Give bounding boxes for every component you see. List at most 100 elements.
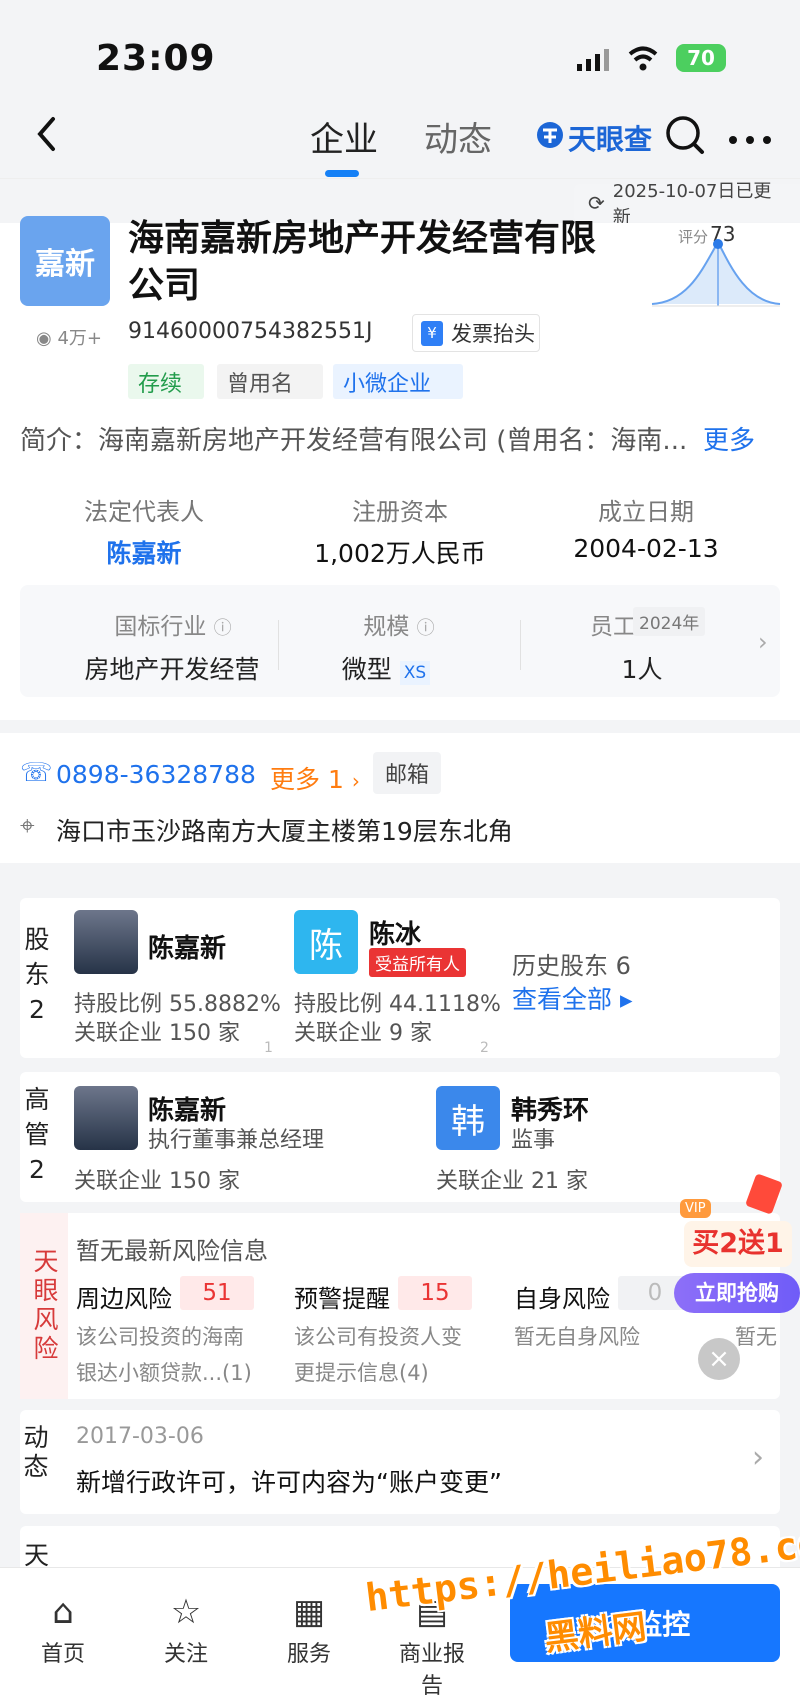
company-address[interactable]: 海口市玉沙路南方大厦主楼第19层东北角 (56, 812, 513, 848)
shareholders-label: 股东 2 (24, 925, 50, 1024)
company-intro[interactable]: 简介：海南嘉新房地产开发经营有限公司 (曾用名：海南... (20, 420, 760, 457)
self-risk-desc: 暂无自身风险 (514, 1325, 640, 1349)
scale-badge: XS (399, 661, 431, 685)
yuan-icon: ¥ (421, 320, 443, 346)
founded-value: 2004-02-13 (573, 534, 719, 563)
surrounding-risk-title[interactable]: 周边风险 (76, 1279, 172, 1314)
shareholder-1-ratio: 持股比例 55.8882% (74, 992, 281, 1017)
tianyancha-logo-icon (535, 120, 565, 150)
battery-icon: 70 (676, 44, 726, 72)
history-shareholders: 历史股东 6 (512, 952, 631, 980)
back-icon[interactable] (34, 116, 60, 152)
shareholder-1-name[interactable]: 陈嘉新 (148, 928, 226, 965)
tab-dynamic[interactable]: 动态 (424, 112, 492, 161)
invoice-label: 发票抬头 (451, 322, 535, 346)
shareholder-2-ratio: 持股比例 44.1118% (294, 992, 501, 1017)
invoice-button[interactable]: ¥ 发票抬头 (412, 314, 540, 352)
executive-1-title: 执行董事兼总经理 (148, 1128, 325, 1153)
active-tab-indicator (325, 170, 359, 177)
chevron-right-icon[interactable]: › (758, 628, 768, 656)
more-phone-link[interactable]: 更多 1 › (270, 760, 360, 796)
avatar-han-xiuhuan: 韩 (436, 1086, 500, 1150)
vip-badge: VIP (680, 1199, 711, 1218)
scale-value: 微型 XS (286, 650, 486, 686)
close-icon[interactable]: × (698, 1338, 740, 1380)
risk-title: 暂无最新风险信息 (76, 1237, 268, 1265)
nav-services[interactable]: ▦ 服务 (268, 1592, 350, 1668)
shareholder-2-related: 关联企业 9 家 (294, 1021, 432, 1046)
location-icon: ⌖ (20, 811, 35, 841)
status-tag[interactable]: 存续 (128, 364, 204, 399)
dynamic-date: 2017-03-06 (76, 1424, 204, 1449)
mail-button[interactable]: 邮箱 (373, 752, 441, 794)
more-risk-desc: 暂无 (735, 1325, 777, 1349)
search-icon[interactable] (664, 114, 706, 156)
dynamic-text: 新增行政许可，许可内容为“账户变更” (76, 1468, 502, 1497)
executive-2-related: 关联企业 21 家 (436, 1169, 588, 1194)
phone-icon: ☏ (20, 758, 53, 788)
refresh-icon: ⟳ (588, 191, 605, 215)
signal-icon (576, 48, 612, 72)
former-name-tag[interactable]: 曾用名 (217, 364, 323, 399)
intro-label: 简介： (20, 426, 99, 456)
help-icon[interactable]: ⓘ (214, 618, 232, 639)
triangle-right-icon: ▸ (619, 985, 633, 1014)
view-count: ◉ 4万+ (36, 324, 102, 350)
dynamic-label: 动态 (20, 1424, 49, 1482)
avatar-chen-bing: 陈 (294, 910, 358, 974)
shareholder-1-index: 1 (264, 1040, 273, 1056)
views-value: 4万+ (57, 328, 102, 349)
help-icon[interactable]: ⓘ (417, 618, 435, 639)
executives-count: 2 (29, 1155, 45, 1184)
surrounding-risk-count: 51 (180, 1276, 254, 1310)
small-business-tag[interactable]: 小微企业 (333, 364, 463, 399)
legal-rep-value[interactable]: 陈嘉新 (34, 534, 254, 570)
staff-value: 1人 (621, 655, 663, 684)
executive-2-title: 监事 (511, 1128, 556, 1153)
star-icon: ☆ (170, 1592, 202, 1632)
eye-icon: ◉ (36, 328, 58, 349)
more-menu-icon[interactable] (728, 130, 772, 144)
surrounding-risk-desc: 该公司投资的海南 银达小额贷款...(1) (76, 1325, 252, 1385)
buy-two-get-one: 买2送1 (684, 1221, 792, 1267)
warning-title[interactable]: 预警提醒 (294, 1279, 390, 1314)
industry-label: 国标行业 ⓘ (114, 614, 232, 640)
staff-year: 2024年 (633, 607, 706, 636)
risk-side-label: 天眼风险 (20, 1213, 68, 1399)
company-name: 海南嘉新房地产开发经营有限公司 (128, 218, 597, 306)
nav-home[interactable]: ⌂ 首页 (22, 1592, 104, 1668)
shareholder-2-index: 2 (480, 1040, 489, 1056)
avatar-chen-jiaxin (74, 1086, 138, 1150)
score-chart[interactable]: 评分 73 (650, 222, 782, 316)
avatar-chen-jiaxin (74, 910, 138, 974)
status-time: 23:09 (96, 38, 216, 79)
industry-value: 房地产开发经营 (84, 655, 260, 684)
vip-promo-popup[interactable]: VIP 买2送1 立即抢购 (662, 1173, 800, 1315)
chevron-right-icon: › (351, 769, 360, 793)
scale-label: 规模 ⓘ (363, 614, 435, 640)
red-packet-icon (745, 1173, 783, 1215)
phone-number[interactable]: 0898-36328788 (56, 760, 256, 789)
intro-more-link[interactable]: 更多 (703, 420, 755, 457)
tab-enterprise[interactable]: 企业 (310, 112, 378, 161)
shareholder-2-name[interactable]: 陈冰 (369, 914, 421, 951)
view-all-link[interactable]: 查看全部 ▸ (512, 980, 633, 1016)
home-icon: ⌂ (52, 1592, 74, 1632)
intro-text: 海南嘉新房地产开发经营有限公司 (曾用名：海南... (98, 426, 688, 456)
brand-logo: 天眼查 (568, 123, 653, 156)
nav-follow[interactable]: ☆ 关注 (145, 1592, 227, 1668)
chevron-right-icon[interactable]: › (752, 1440, 764, 1475)
warning-desc: 该公司有投资人变 更提示信息(4) (294, 1325, 462, 1385)
shareholders-count: 2 (29, 995, 45, 1024)
capital-label: 注册资本 (352, 498, 448, 526)
warning-count: 15 (398, 1276, 472, 1310)
self-risk-title[interactable]: 自身风险 (514, 1279, 610, 1314)
grid-icon: ▦ (292, 1592, 326, 1632)
founded-label: 成立日期 (598, 498, 694, 526)
executives-label: 高管 2 (24, 1085, 50, 1184)
company-logo: 嘉新 (20, 216, 110, 306)
buy-now-button[interactable]: 立即抢购 (674, 1273, 800, 1313)
divider (278, 620, 279, 670)
shareholder-1-related: 关联企业 150 家 (74, 1021, 240, 1046)
credit-code[interactable]: 91460000754382551J (128, 319, 372, 344)
